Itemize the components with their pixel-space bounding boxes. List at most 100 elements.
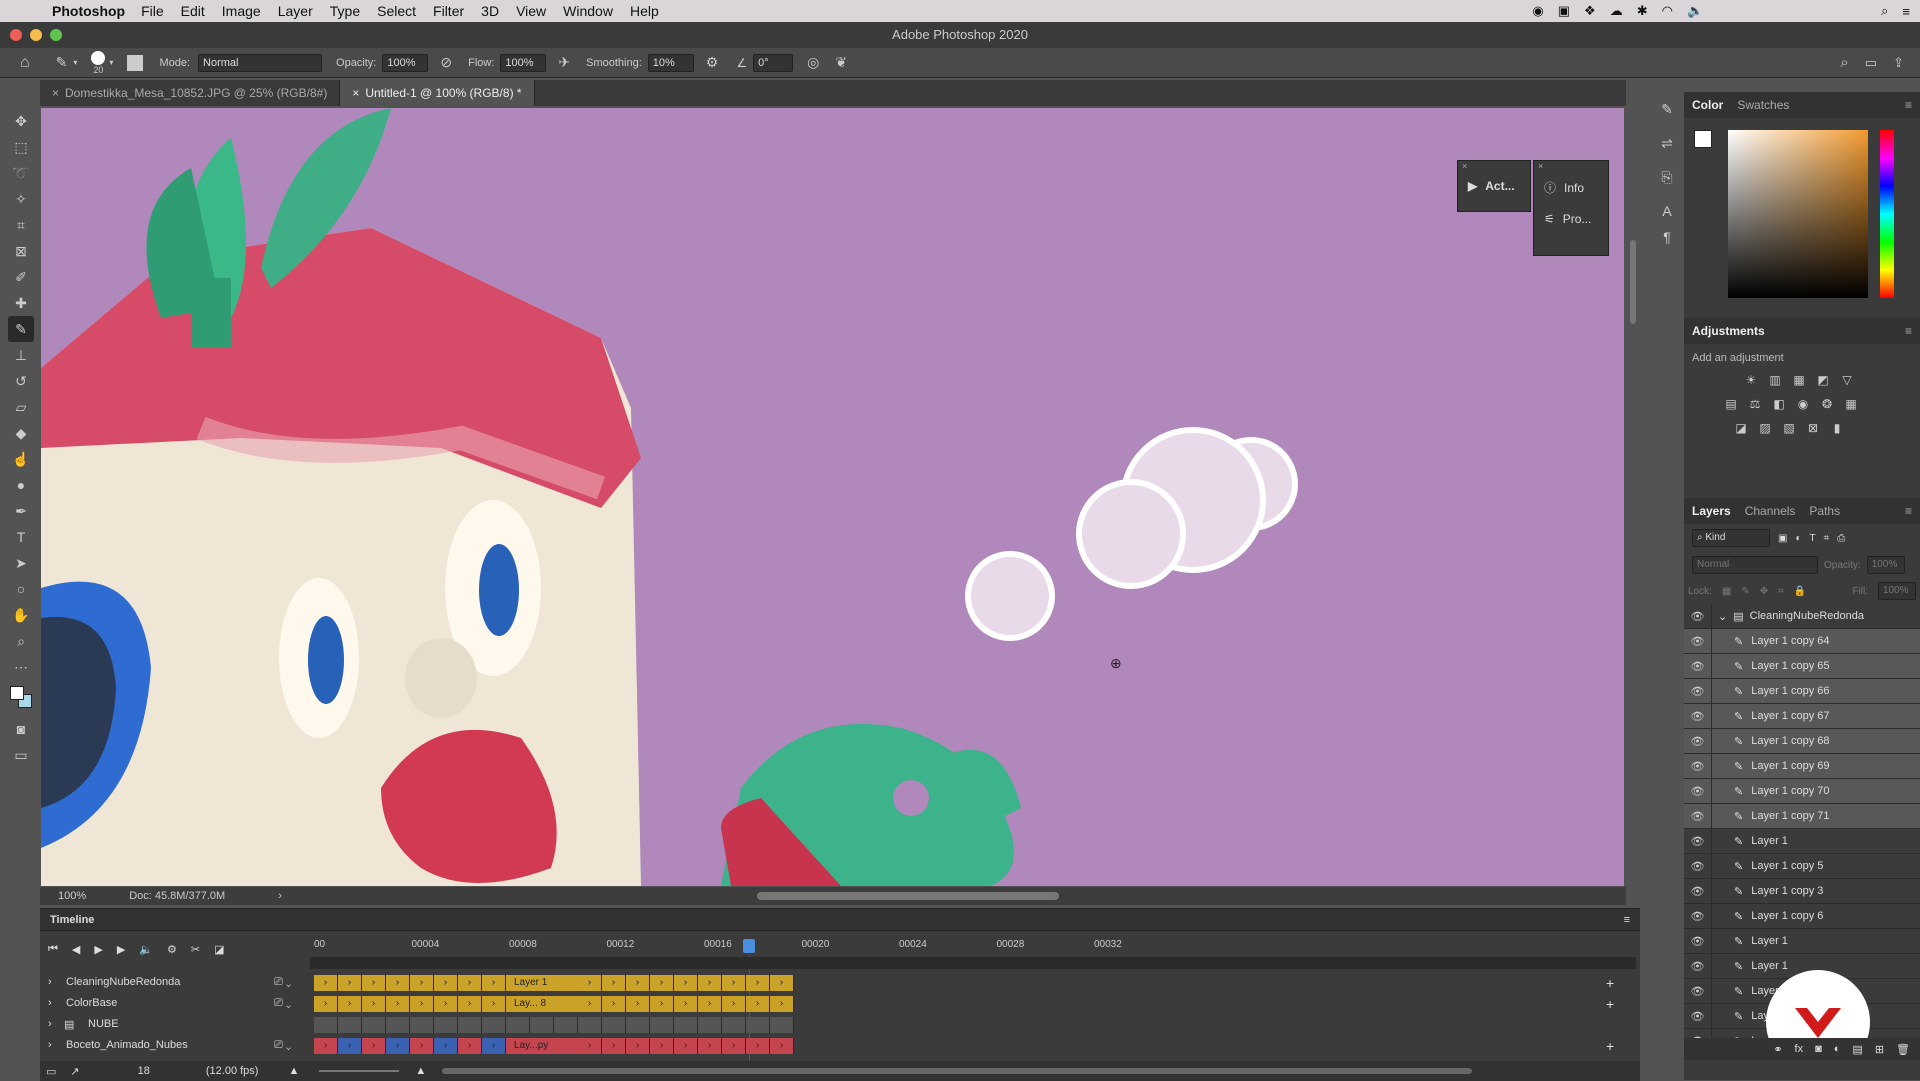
bluetooth-icon[interactable]: ✱: [1637, 3, 1648, 19]
healing-tool-icon[interactable]: ✚: [8, 290, 34, 316]
frame-cell[interactable]: ›: [602, 996, 626, 1012]
brush-settings-icon[interactable]: [127, 54, 144, 71]
fx-icon[interactable]: fx: [1795, 1043, 1804, 1055]
visibility-eye-icon[interactable]: 👁: [1684, 728, 1712, 754]
frame-cell[interactable]: ›: [602, 1038, 626, 1054]
clone-source-panel-icon[interactable]: ⎘: [1654, 164, 1680, 190]
chevron-down-icon[interactable]: ▾: [73, 58, 77, 67]
layer-opacity-field[interactable]: 100%: [1866, 556, 1905, 574]
brightness-icon[interactable]: ☀: [1742, 372, 1760, 388]
eraser-tool-icon[interactable]: ▱: [8, 394, 34, 420]
frame-cell[interactable]: [698, 1017, 722, 1033]
layer-row[interactable]: 👁 ✎ Layer 1 copy 3: [1684, 878, 1920, 904]
frame-cell[interactable]: ›: [482, 996, 506, 1012]
color-balance-icon[interactable]: ⚖: [1746, 396, 1764, 412]
tab-color[interactable]: Color: [1692, 98, 1723, 112]
info-mini-panel[interactable]: × ⓘ Info ⚟ Pro...: [1533, 160, 1609, 256]
fill-field[interactable]: 100%: [1878, 582, 1916, 600]
panel-menu-icon[interactable]: ≡: [1905, 324, 1912, 338]
canvas-horizontal-scrollbar[interactable]: [757, 892, 1059, 900]
frame-cell[interactable]: ›: [338, 1038, 362, 1054]
pixel-filter-icon[interactable]: ▣: [1778, 533, 1787, 544]
pressure-opacity-icon[interactable]: ⊘: [440, 54, 452, 71]
frame-cell[interactable]: ›: [698, 996, 722, 1012]
clip-label[interactable]: Lay...py: [510, 1038, 582, 1054]
visibility-eye-icon[interactable]: 👁: [1684, 903, 1712, 929]
timeline-track[interactable]: › Boceto_Animado_Nubes ⎚ ⌄ › › › › › › › › › › › › › › › ›…: [40, 1036, 1640, 1057]
layer-row[interactable]: 👁 ✎ Layer 1 copy 70: [1684, 778, 1920, 804]
dropbox-icon[interactable]: ❖: [1584, 3, 1596, 19]
pen-tool-icon[interactable]: ✒: [8, 498, 34, 524]
frame-cell[interactable]: ›: [386, 996, 410, 1012]
lasso-tool-icon[interactable]: ➰: [8, 160, 34, 186]
chevron-right-icon[interactable]: ›: [278, 890, 282, 902]
frame-cell[interactable]: [602, 1017, 626, 1033]
curves-icon[interactable]: ▦: [1790, 372, 1808, 388]
frame-cell[interactable]: ›: [458, 1038, 482, 1054]
frame-cell[interactable]: ›: [386, 1038, 410, 1054]
flow-field[interactable]: 100%: [500, 53, 547, 72]
zoom-window-button[interactable]: [50, 29, 62, 41]
close-window-button[interactable]: [10, 29, 22, 41]
frame-cell[interactable]: ›: [722, 1038, 746, 1054]
lock-position-icon[interactable]: ✥: [1760, 586, 1768, 597]
current-frame[interactable]: 18: [138, 1065, 150, 1077]
menu-file[interactable]: File: [141, 3, 164, 19]
quick-mask-icon[interactable]: ◙: [8, 716, 34, 742]
frame-cell[interactable]: ›: [722, 975, 746, 991]
visibility-eye-icon[interactable]: 👁: [1684, 1028, 1712, 1038]
photo-filter-icon[interactable]: ◉: [1794, 396, 1812, 412]
frame-cell[interactable]: ›: [650, 996, 674, 1012]
timeline-ruler[interactable]: 00 00004 00008 00012 00016 00020 00024 00028 000…: [314, 939, 1634, 955]
frame-cell[interactable]: ›: [362, 996, 386, 1012]
lock-artboard-icon[interactable]: ⌗: [1778, 586, 1784, 597]
panel-menu-icon[interactable]: ≡: [1624, 909, 1630, 931]
exposure-icon[interactable]: ◩: [1814, 372, 1832, 388]
frame-cell[interactable]: ›: [362, 975, 386, 991]
brush-tool-icon[interactable]: ✎: [56, 54, 68, 71]
track-frames[interactable]: ››››››››››››››››››››Layer 1: [314, 975, 794, 991]
minimize-window-button[interactable]: [30, 29, 42, 41]
visibility-eye-icon[interactable]: 👁: [1684, 678, 1712, 704]
close-icon[interactable]: ×: [52, 86, 59, 100]
crop-tool-icon[interactable]: ⌗: [8, 212, 34, 238]
visibility-eye-icon[interactable]: 👁: [1684, 778, 1712, 804]
layer-row[interactable]: 👁 ✎ Layer 1 copy 68: [1684, 728, 1920, 754]
link-icon[interactable]: ⚭: [1773, 1043, 1782, 1056]
actions-mini-panel[interactable]: × ▶ Act...: [1457, 160, 1531, 212]
close-icon[interactable]: ×: [352, 86, 359, 100]
track-frames[interactable]: [314, 1017, 794, 1033]
convert-icon[interactable]: ↗: [70, 1065, 79, 1078]
close-icon[interactable]: ×: [1458, 161, 1530, 171]
tab-swatches[interactable]: Swatches: [1737, 98, 1789, 112]
frame-cell[interactable]: ›: [458, 975, 482, 991]
menu-app-name[interactable]: Photoshop: [52, 3, 125, 19]
frame-cell[interactable]: [458, 1017, 482, 1033]
menu-filter[interactable]: Filter: [433, 3, 464, 19]
visibility-eye-icon[interactable]: 👁: [1684, 978, 1712, 1004]
timeline-track[interactable]: › ColorBase ⎚ ⌄ ››››››››››››››››››››Lay... …: [40, 994, 1640, 1015]
zoom-out-icon[interactable]: ▲: [288, 1065, 299, 1077]
layer-row[interactable]: 👁 ✎ Layer 1: [1684, 828, 1920, 854]
pressure-size-icon[interactable]: ◎: [807, 54, 819, 71]
frame-cell[interactable]: ›: [626, 996, 650, 1012]
control-center-icon[interactable]: ≡: [1902, 4, 1910, 19]
properties-button[interactable]: ⚟ Pro...: [1534, 204, 1608, 234]
chevron-right-icon[interactable]: ›: [48, 997, 52, 1009]
timeline-track[interactable]: › CleaningNubeRedonda ⎚ ⌄ › › › › › › › › › › › › › › › › ›…: [40, 973, 1640, 994]
blend-mode-select[interactable]: Normal: [1692, 556, 1818, 574]
frame-cell[interactable]: ›: [626, 1038, 650, 1054]
symmetry-icon[interactable]: ❦: [835, 54, 847, 71]
foreground-color-swatch[interactable]: [1694, 130, 1712, 148]
chevron-right-icon[interactable]: ›: [48, 976, 52, 988]
frame-cell[interactable]: ›: [386, 975, 410, 991]
layer-row[interactable]: 👁 ✎ Layer 1: [1684, 928, 1920, 954]
frame-cell[interactable]: ›: [674, 1038, 698, 1054]
frame-cell[interactable]: ›: [698, 1038, 722, 1054]
frame-cell[interactable]: [746, 1017, 770, 1033]
zoom-level[interactable]: 100%: [58, 890, 86, 902]
channel-mixer-icon[interactable]: ❂: [1818, 396, 1836, 412]
frame-cell[interactable]: [626, 1017, 650, 1033]
frame-cell[interactable]: ›: [458, 996, 482, 1012]
hue-saturation-icon[interactable]: ▤: [1722, 396, 1740, 412]
